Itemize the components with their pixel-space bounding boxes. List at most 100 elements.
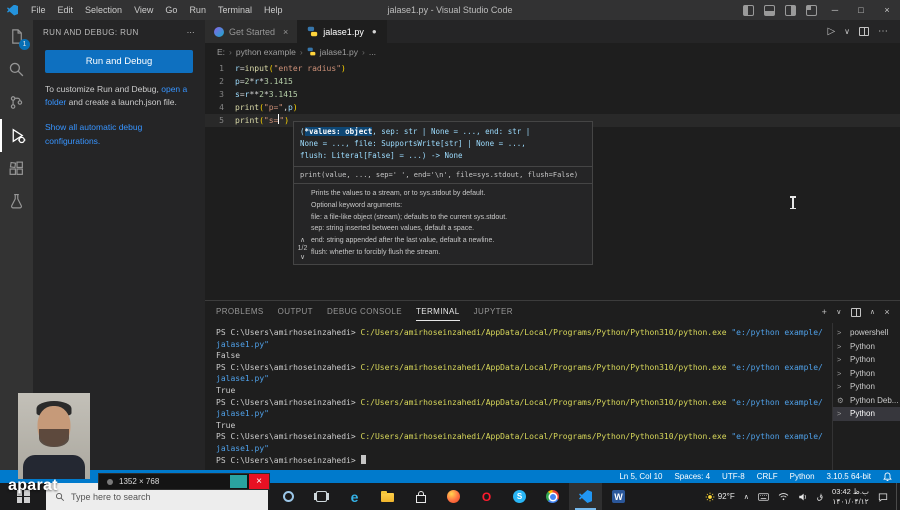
breadcrumb-item[interactable]: python example [236,47,296,57]
search-icon[interactable] [0,53,33,86]
docstring-text: Prints the values to a stream, or to sys… [311,184,592,264]
status-cursor-position[interactable]: Ln 5, Col 10 [619,472,662,481]
firefox-icon [447,490,460,503]
testing-icon[interactable] [0,185,33,218]
terminal-session[interactable]: > Python [833,407,900,421]
doc-line: sep: string inserted between values, def… [311,225,475,233]
taskbar-skype[interactable]: S [503,483,536,510]
terminal-session-list: > powershell > Python > Python > Python > Python ⚙… [832,323,900,470]
maximize-button[interactable]: □ [848,0,874,20]
wifi-icon[interactable] [778,492,789,501]
run-dropdown-icon[interactable]: ∨ [844,27,850,36]
status-eol[interactable]: CRLF [757,472,778,481]
show-desktop-button[interactable] [896,483,900,510]
tab-get-started[interactable]: Get Started × [205,20,299,43]
tray-clock[interactable]: 03:42 ب.ظ ۱۴۰۱/۰۴/۱۲ [832,487,869,506]
split-terminal-icon[interactable] [850,307,861,317]
explorer-icon[interactable]: 1 [0,20,33,53]
recorder-close-button[interactable]: × [249,474,269,489]
panel-tab-debug-console[interactable]: DEBUG CONSOLE [327,303,402,321]
breadcrumb-item[interactable]: ... [369,47,376,57]
menu-file[interactable]: File [25,5,52,15]
action-center-icon[interactable] [878,492,888,502]
tray-chevron-icon[interactable]: ∧ [744,493,749,501]
taskbar-task-view[interactable] [305,483,338,510]
taskbar-chrome[interactable] [536,483,569,510]
toggle-sidebar-icon[interactable] [743,4,754,16]
taskbar-store[interactable] [404,483,437,510]
terminal-session[interactable]: ⚙ Python Deb... [833,394,900,408]
terminal-session[interactable]: > powershell [833,326,900,340]
menu-terminal[interactable]: Terminal [212,5,258,15]
terminal-session[interactable]: > Python [833,367,900,381]
taskbar-app-icons: e OS W [272,483,635,510]
menu-help[interactable]: Help [258,5,289,15]
menu-selection[interactable]: Selection [79,5,128,15]
terminal-session[interactable]: > Python [833,380,900,394]
code-line-1[interactable]: 1 r=input("enter radius") [205,62,900,75]
tab-jalase1-py[interactable]: jalase1.py ● [298,20,387,43]
doc-line: Prints the values to a stream, or to sys… [311,190,486,197]
taskbar-file-explorer[interactable] [371,483,404,510]
panel-tab-problems[interactable]: PROBLEMS [216,303,264,321]
taskbar-cortana[interactable] [272,483,305,510]
recorder-button[interactable] [230,475,247,488]
terminal-session-label: Python [850,382,875,392]
close-button[interactable]: × [874,0,900,20]
show-debug-configurations-link[interactable]: Show all automatic debug configurations. [45,122,142,145]
panel-tab-jupyter[interactable]: JUPYTER [474,303,513,321]
taskbar-edge[interactable]: e [338,483,371,510]
breadcrumb-item[interactable]: jalase1.py [320,47,358,57]
status-indentation[interactable]: Spaces: 4 [674,472,710,481]
terminal-session[interactable]: > Python [833,340,900,354]
close-tab-icon[interactable]: × [283,27,288,37]
weather-temp: 92°F [717,492,735,501]
terminal-session[interactable]: > Python [833,353,900,367]
taskbar-firefox[interactable] [437,483,470,510]
customize-layout-icon[interactable] [806,4,817,16]
run-and-debug-icon[interactable] [0,119,33,152]
pager-down-icon[interactable]: ∨ [300,253,305,261]
breadcrumb-item[interactable]: E: [217,47,225,57]
more-actions-icon[interactable]: ⋯ [878,26,888,37]
code-line-2[interactable]: 2 p=2*r*3.1415 [205,75,900,88]
terminal-output[interactable]: PS C:\Users\amirhoseinzahedi> C:/Users/a… [205,323,832,470]
toggle-panel-icon[interactable] [764,4,775,16]
extensions-icon[interactable] [0,152,33,185]
panel-tab-output[interactable]: OUTPUT [278,303,313,321]
code-editor[interactable]: 1 r=input("enter radius") 2 p=2*r*3.1415 3 s=… [205,60,900,127]
maximize-panel-icon[interactable]: ∧ [870,308,876,316]
code-line-3[interactable]: 3 s=r**2*3.1415 [205,88,900,101]
doc-line: flush: whether to forcibly flush the str… [311,248,441,256]
terminal-profile-dropdown-icon[interactable]: ∨ [836,308,842,316]
source-control-icon[interactable] [0,86,33,119]
keyboard-icon[interactable] [758,492,769,501]
code-line-4[interactable]: 4 print("p=",p) [205,101,900,114]
minimize-button[interactable]: ─ [822,0,848,20]
input-language-indicator[interactable]: ق [817,492,823,501]
close-panel-icon[interactable]: × [884,307,890,317]
taskbar-opera[interactable]: O [470,483,503,510]
panel-tab-terminal[interactable]: TERMINAL [415,303,460,321]
notifications-bell-icon[interactable] [883,471,892,483]
volume-icon[interactable] [798,492,808,502]
run-python-file-icon[interactable]: ▷ [827,26,835,37]
status-language[interactable]: Python [790,472,815,481]
taskbar-word[interactable]: W [602,483,635,510]
modified-dot-icon[interactable]: ● [372,27,377,36]
run-and-debug-button[interactable]: Run and Debug [45,50,193,73]
menu-go[interactable]: Go [159,5,183,15]
toggle-secondary-sidebar-icon[interactable] [785,4,796,16]
menu-run[interactable]: Run [183,5,212,15]
pager-up-icon[interactable]: ∧ [300,236,305,244]
python-file-icon [307,47,316,56]
menu-view[interactable]: View [128,5,159,15]
taskbar-vscode[interactable] [569,483,602,510]
new-terminal-icon[interactable]: + [822,307,828,317]
status-interpreter[interactable]: 3.10.5 64-bit [827,472,871,481]
menu-edit[interactable]: Edit [52,5,80,15]
status-encoding[interactable]: UTF-8 [722,472,745,481]
split-editor-icon[interactable] [859,27,869,36]
sidebar-more-actions-icon[interactable]: ⋯ [187,28,195,37]
weather-widget[interactable]: 92°F [705,492,735,502]
